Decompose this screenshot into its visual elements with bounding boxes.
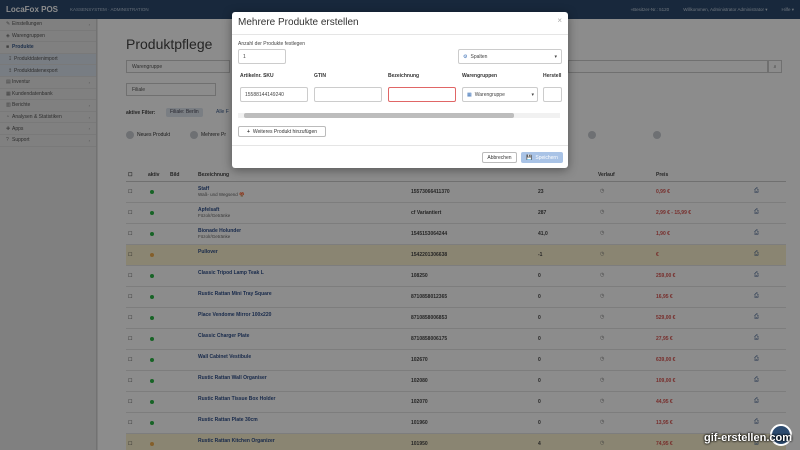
warengruppe-select-value: Warengruppe [474,91,505,98]
grid-icon: ▦ [467,91,472,98]
dialog-title: Mehrere Produkte erstellen [238,17,359,28]
divider [232,145,568,146]
bezeichnung-input[interactable] [388,87,456,102]
sku-input[interactable]: 15588144149240 [240,87,308,102]
save-button[interactable]: 💾 Speichern [521,152,563,163]
sku-value: 15588144149240 [245,91,284,98]
horizontal-scrollbar[interactable] [238,113,560,118]
plus-icon: + [246,128,250,135]
close-icon[interactable]: × [557,16,562,25]
watermark: gif-erstellen.com [703,432,792,444]
add-product-label: Weiteres Produkt hinzufügen [252,128,318,135]
save-label: Speichern [535,154,558,161]
count-label: Anzahl der Produkte festlegen [238,41,305,47]
column-bezeichnung: Bezeichnung [388,73,420,79]
hersteller-input[interactable] [543,87,562,102]
product-count-input[interactable]: 1 [238,49,286,64]
scrollbar-thumb[interactable] [244,113,514,118]
cancel-button[interactable]: Abbrechen [482,152,517,163]
columns-dropdown[interactable]: ⚙ Spalten ▾ [458,49,562,64]
save-icon: 💾 [526,154,533,161]
column-hersteller: Herstell [543,73,562,79]
product-count-value: 1 [243,53,246,60]
warengruppe-select[interactable]: ▦ Warengruppe ▾ [462,87,538,102]
chevron-down-icon: ▾ [531,91,534,98]
column-gtin: GTIN [314,73,326,79]
columns-label: Spalten [470,53,488,60]
gear-icon: ⚙ [463,53,468,60]
create-multiple-products-dialog: Mehrere Produkte erstellen × Anzahl der … [232,12,568,168]
divider [232,34,568,35]
column-sku: Artikelnr. SKU [240,73,274,79]
gtin-input[interactable] [314,87,382,102]
add-another-product-button[interactable]: + Weiteres Produkt hinzufügen [238,126,326,137]
chevron-down-icon: ▾ [554,53,557,60]
column-warengruppen: Warengruppen [462,73,498,79]
